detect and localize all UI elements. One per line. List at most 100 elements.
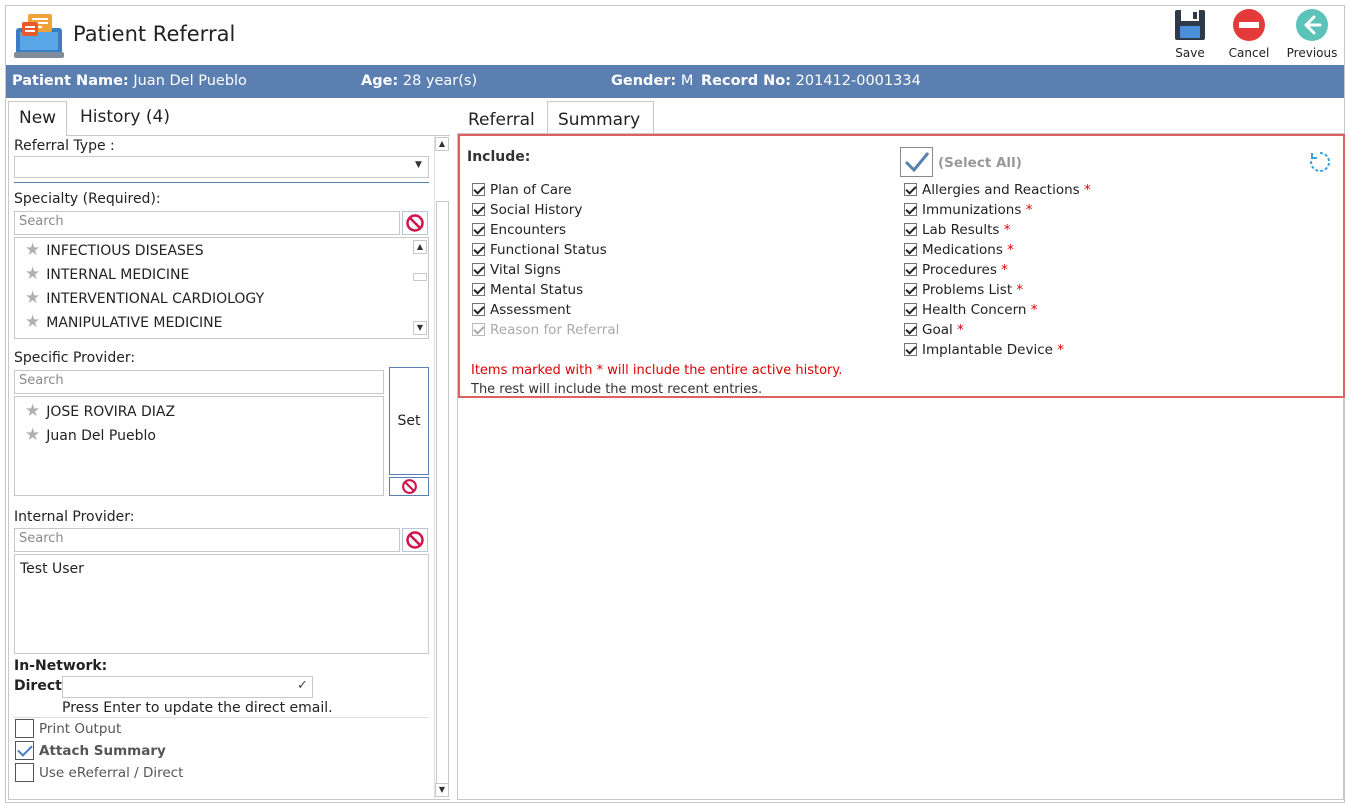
include-item-label: Mental Status bbox=[490, 282, 584, 298]
list-item[interactable]: ★ INTERVENTIONAL CARDIOLOGY bbox=[25, 288, 264, 308]
checkbox[interactable] bbox=[904, 263, 917, 276]
use-ereferral-label: Use eReferral / Direct bbox=[39, 765, 184, 781]
include-assessment[interactable]: Assessment bbox=[472, 302, 571, 318]
specialty-search-input[interactable]: Search bbox=[14, 211, 400, 235]
include-social-history[interactable]: Social History bbox=[472, 202, 582, 218]
provider-item-label: Juan Del Pueblo bbox=[46, 428, 156, 444]
select-all-checkbox[interactable] bbox=[900, 147, 933, 177]
direct-email-input[interactable] bbox=[62, 676, 313, 698]
checkbox[interactable] bbox=[472, 243, 485, 256]
record-number-label: Record No: bbox=[701, 73, 792, 89]
specialty-list[interactable]: ★ INFECTIOUS DISEASES ★ INTERNAL MEDICINE … bbox=[14, 237, 429, 339]
include-plan-of-care[interactable]: Plan of Care bbox=[472, 182, 572, 198]
refresh-icon[interactable] bbox=[1308, 150, 1332, 178]
print-output-option[interactable]: Print Output bbox=[15, 719, 121, 738]
include-implantable-device[interactable]: Implantable Device * bbox=[904, 342, 1064, 358]
tab-summary[interactable]: Summary bbox=[547, 101, 654, 134]
checkbox[interactable] bbox=[472, 183, 485, 196]
attach-summary-option[interactable]: Attach Summary bbox=[15, 741, 166, 760]
list-item[interactable]: ★ INFECTIOUS DISEASES bbox=[25, 240, 204, 260]
checkbox[interactable] bbox=[904, 223, 917, 236]
scroll-up-icon[interactable]: ▲ bbox=[413, 240, 427, 254]
provider-list[interactable]: ★ JOSE ROVIRA DIAZ ★ Juan Del Pueblo bbox=[14, 396, 384, 496]
list-item[interactable]: ★ MANIPULATIVE MEDICINE bbox=[25, 312, 222, 332]
tab-new[interactable]: New bbox=[8, 101, 68, 136]
checkbox[interactable] bbox=[904, 203, 917, 216]
scroll-down-icon[interactable]: ▼ bbox=[413, 321, 427, 335]
specialty-item-label: INFECTIOUS DISEASES bbox=[46, 243, 204, 259]
provider-item-label: JOSE ROVIRA DIAZ bbox=[46, 404, 176, 420]
star-icon[interactable]: ★ bbox=[25, 312, 40, 332]
tab-history-count: (4) bbox=[145, 107, 170, 127]
include-reason-for-referral: Reason for Referral bbox=[472, 322, 619, 338]
include-item-label: Reason for Referral bbox=[490, 322, 620, 338]
include-goal[interactable]: Goal * bbox=[904, 322, 964, 338]
include-functional-status[interactable]: Functional Status bbox=[472, 242, 607, 258]
include-item-label: Goal bbox=[922, 322, 953, 338]
checkbox[interactable] bbox=[904, 243, 917, 256]
checkbox[interactable] bbox=[472, 283, 485, 296]
list-item[interactable]: ★ JOSE ROVIRA DIAZ bbox=[25, 401, 175, 421]
include-problems-list[interactable]: Problems List * bbox=[904, 282, 1023, 298]
include-lab-results[interactable]: Lab Results * bbox=[904, 222, 1010, 238]
checkbox[interactable] bbox=[904, 303, 917, 316]
checkbox[interactable] bbox=[904, 283, 917, 296]
scroll-up-icon[interactable]: ▲ bbox=[435, 137, 449, 151]
include-immunizations[interactable]: Immunizations * bbox=[904, 202, 1032, 218]
tab-referral[interactable]: Referral bbox=[458, 104, 545, 136]
previous-button[interactable]: Previous bbox=[1286, 8, 1338, 64]
cancel-icon bbox=[1233, 9, 1265, 41]
star-icon[interactable]: ★ bbox=[25, 401, 40, 421]
checkbox[interactable] bbox=[472, 263, 485, 276]
referral-type-select[interactable] bbox=[14, 156, 429, 178]
divider bbox=[14, 717, 429, 718]
include-mental-status[interactable]: Mental Status bbox=[472, 282, 583, 298]
checkbox[interactable] bbox=[904, 323, 917, 336]
star-icon[interactable]: ★ bbox=[25, 264, 40, 284]
use-ereferral-option[interactable]: Use eReferral / Direct bbox=[15, 763, 183, 782]
cancel-button[interactable]: Cancel bbox=[1223, 8, 1275, 64]
print-output-checkbox[interactable] bbox=[15, 719, 34, 738]
checkbox[interactable] bbox=[472, 223, 485, 236]
list-item[interactable]: ★ Juan Del Pueblo bbox=[25, 425, 156, 445]
checkbox[interactable] bbox=[472, 203, 485, 216]
provider-search-input[interactable]: Search bbox=[14, 370, 384, 394]
star-icon[interactable]: ★ bbox=[25, 425, 40, 445]
attach-summary-checkbox[interactable] bbox=[15, 741, 34, 760]
include-allergies[interactable]: Allergies and Reactions * bbox=[904, 182, 1091, 198]
tab-history[interactable]: History (4) bbox=[70, 101, 180, 133]
include-item-label: Lab Results bbox=[922, 222, 1000, 238]
scrollbar-thumb[interactable] bbox=[436, 201, 449, 791]
include-procedures[interactable]: Procedures * bbox=[904, 262, 1008, 278]
list-item[interactable]: Test User bbox=[20, 561, 84, 577]
list-item[interactable]: ★ INTERNAL MEDICINE bbox=[25, 264, 189, 284]
required-marker: * bbox=[1003, 222, 1011, 238]
clear-internal-provider-button[interactable] bbox=[402, 528, 428, 552]
checkbox[interactable] bbox=[472, 303, 485, 316]
include-vital-signs[interactable]: Vital Signs bbox=[472, 262, 561, 278]
set-provider-button[interactable]: Set bbox=[389, 367, 429, 475]
patient-info-bar: Patient Name: Juan Del Pueblo Age: 28 ye… bbox=[6, 65, 1344, 98]
divider bbox=[14, 182, 429, 183]
checkmark-icon: ✓ bbox=[297, 678, 308, 693]
use-ereferral-checkbox[interactable] bbox=[15, 763, 34, 782]
required-marker: * bbox=[1016, 282, 1024, 298]
star-icon[interactable]: ★ bbox=[25, 288, 40, 308]
scrollbar-thumb[interactable] bbox=[413, 273, 427, 281]
clear-specialty-button[interactable] bbox=[402, 211, 428, 235]
patient-gender: Gender: M bbox=[611, 73, 693, 89]
include-item-label: Functional Status bbox=[490, 242, 607, 258]
internal-provider-search-input[interactable]: Search bbox=[14, 528, 400, 552]
include-encounters[interactable]: Encounters bbox=[472, 222, 566, 238]
star-icon[interactable]: ★ bbox=[25, 240, 40, 260]
save-button[interactable]: Save bbox=[1164, 8, 1216, 64]
include-medications[interactable]: Medications * bbox=[904, 242, 1014, 258]
scroll-down-icon[interactable]: ▼ bbox=[435, 783, 449, 797]
include-health-concern[interactable]: Health Concern * bbox=[904, 302, 1038, 318]
required-marker: * bbox=[1057, 342, 1064, 358]
checkbox[interactable] bbox=[904, 343, 917, 356]
form-scrollbar[interactable]: ▲ ▼ bbox=[434, 136, 450, 799]
clear-provider-button[interactable] bbox=[389, 477, 429, 496]
checkbox[interactable] bbox=[904, 183, 917, 196]
internal-provider-list[interactable]: Test User bbox=[14, 554, 429, 654]
